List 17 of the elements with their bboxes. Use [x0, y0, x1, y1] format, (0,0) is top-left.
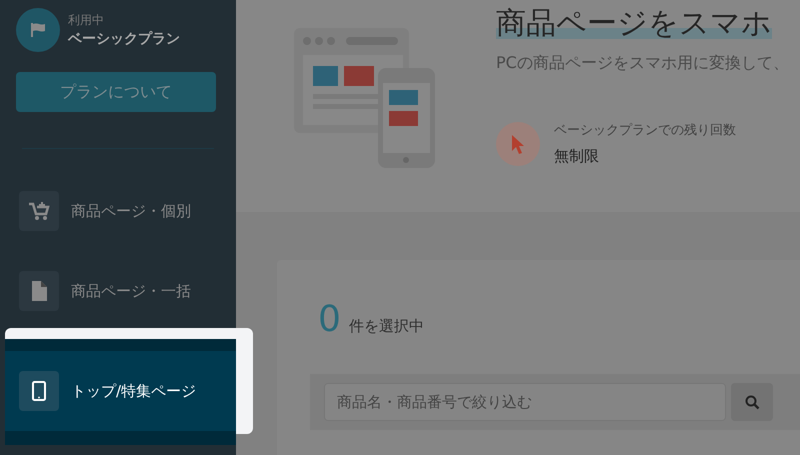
selected-label: 件を選択中 [348, 316, 424, 337]
remaining-label: ベーシックプランでの残り回数 [554, 122, 736, 140]
selected-count: 0 [318, 302, 341, 338]
plan-status: 利用中 [68, 12, 105, 28]
cart-icon [28, 201, 50, 221]
page-subtitle: PCの商品ページをスマホ用に変換して、 [496, 52, 789, 74]
search-icon [744, 394, 760, 410]
flag-icon [30, 23, 46, 37]
search-field[interactable]: 商品名・商品番号で絞り込む [324, 383, 726, 421]
sidebar-item[interactable]: 商品ページ・個別 [0, 191, 236, 231]
plan-name: ベーシックプラン [68, 30, 180, 48]
cursor-icon [511, 134, 525, 154]
search-button[interactable] [731, 383, 773, 421]
plan-info-button[interactable]: プランについて [16, 72, 216, 112]
sidebar-item[interactable]: トップ/特集ページ [5, 351, 236, 431]
sidebar-item[interactable]: 商品ページ・一括 [0, 271, 236, 311]
remaining-value: 無制限 [554, 146, 600, 166]
